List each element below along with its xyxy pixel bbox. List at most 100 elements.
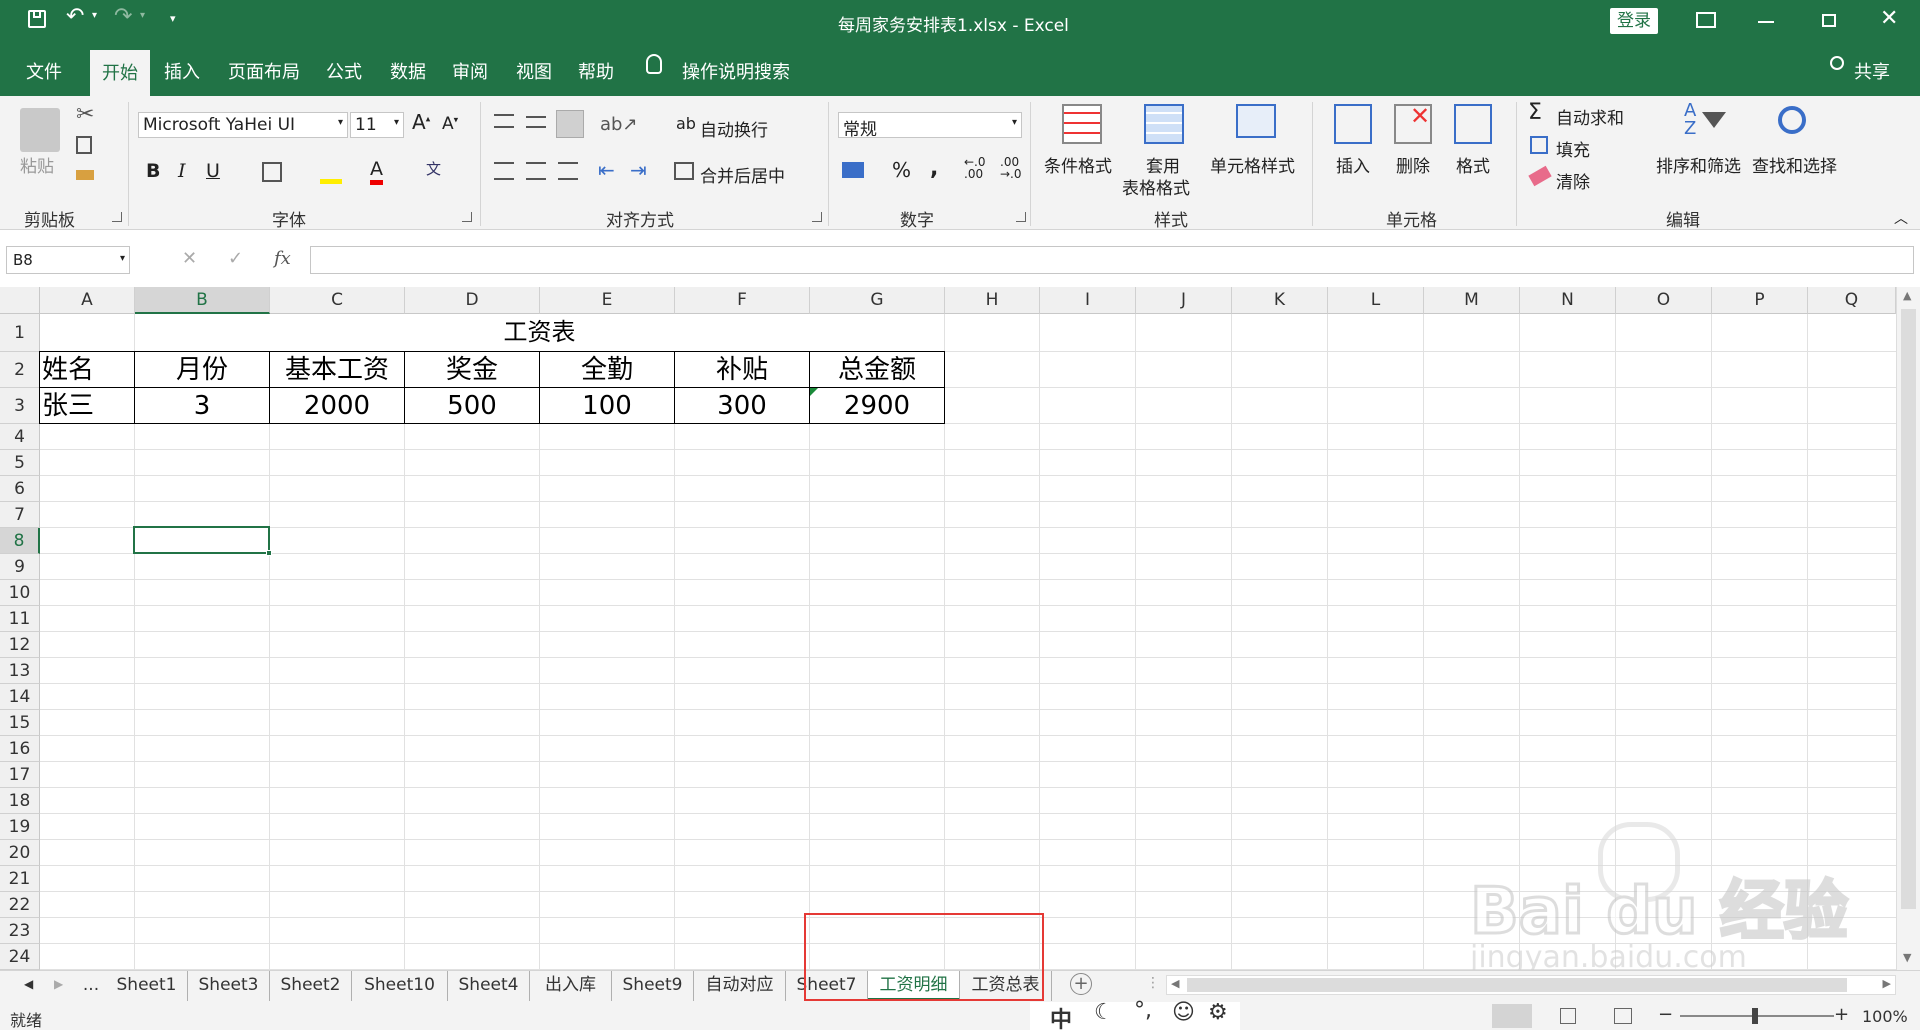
column-header-b[interactable]: B: [135, 287, 270, 314]
restore-icon[interactable]: [1822, 14, 1836, 27]
clipboard-launcher-icon[interactable]: [112, 212, 122, 222]
table-header-cell[interactable]: 月份: [134, 351, 270, 388]
increase-font-icon[interactable]: A▴: [412, 110, 430, 134]
row-header-16[interactable]: 16: [0, 736, 40, 762]
increase-decimal-icon[interactable]: ←.0.00: [964, 156, 986, 180]
sheet-tab[interactable]: 自动对应: [694, 971, 786, 1001]
table-header-cell[interactable]: 奖金: [404, 351, 540, 388]
share-button[interactable]: 共享: [1854, 58, 1890, 84]
name-box[interactable]: B8 ▾: [6, 246, 130, 274]
tab-review[interactable]: 审阅: [452, 58, 488, 84]
column-header-m[interactable]: M: [1424, 287, 1520, 314]
alignment-launcher-icon[interactable]: [812, 212, 822, 222]
italic-icon[interactable]: I: [178, 160, 186, 182]
insert-cells-button[interactable]: 插入: [1336, 152, 1370, 177]
font-size-select[interactable]: 11 ▾: [350, 112, 404, 138]
column-header-a[interactable]: A: [40, 287, 135, 314]
column-header-k[interactable]: K: [1232, 287, 1328, 314]
row-header-4[interactable]: 4: [0, 424, 40, 450]
find-select-button[interactable]: 查找和选择: [1752, 152, 1837, 177]
row-header-14[interactable]: 14: [0, 684, 40, 710]
bold-icon[interactable]: B: [146, 160, 160, 182]
minimize-icon[interactable]: [1758, 21, 1774, 23]
table-header-cell[interactable]: 全勤: [539, 351, 675, 388]
conditional-format-button[interactable]: 条件格式: [1044, 152, 1112, 177]
undo-icon[interactable]: ↶: [66, 4, 84, 29]
column-header-d[interactable]: D: [405, 287, 540, 314]
filter-funnel-icon[interactable]: [1702, 112, 1726, 128]
align-left-icon[interactable]: [494, 162, 514, 180]
clear-button[interactable]: 清除: [1556, 168, 1590, 193]
column-header-g[interactable]: G: [810, 287, 945, 314]
table-data-cell[interactable]: 500: [404, 387, 540, 424]
undo-dropdown-icon[interactable]: ▾: [92, 10, 97, 21]
row-header-15[interactable]: 15: [0, 710, 40, 736]
align-bottom-icon[interactable]: [556, 110, 584, 138]
new-sheet-icon[interactable]: +: [1070, 973, 1092, 995]
merge-center-button[interactable]: 合并后居中: [700, 162, 785, 187]
format-as-table-icon[interactable]: [1144, 104, 1184, 144]
copy-icon[interactable]: [76, 136, 92, 154]
format-as-table-line2[interactable]: 表格格式: [1122, 174, 1190, 199]
column-header-l[interactable]: L: [1328, 287, 1424, 314]
delete-cells-button[interactable]: 删除: [1396, 152, 1430, 177]
accounting-format-icon[interactable]: [842, 162, 864, 178]
align-center-icon[interactable]: [526, 162, 546, 180]
next-sheet-icon[interactable]: ▶: [54, 977, 63, 991]
conditional-format-icon[interactable]: [1062, 104, 1102, 144]
sheet-tab[interactable]: Sheet1: [106, 971, 188, 1001]
select-all-corner[interactable]: [0, 287, 40, 314]
collapse-ribbon-icon[interactable]: ︿: [1894, 208, 1908, 228]
row-header-10[interactable]: 10: [0, 580, 40, 606]
wrap-text-icon[interactable]: ab: [676, 114, 696, 133]
active-cell-selection[interactable]: [133, 526, 270, 554]
zoom-level[interactable]: 100%: [1862, 1007, 1908, 1026]
sheet-tab[interactable]: Sheet3: [188, 971, 270, 1001]
formula-input[interactable]: [310, 246, 1914, 274]
table-title[interactable]: 工资表: [135, 314, 944, 351]
borders-icon[interactable]: [262, 162, 282, 182]
table-data-cell[interactable]: 300: [674, 387, 810, 424]
table-data-cell[interactable]: 2000: [269, 387, 405, 424]
table-header-cell[interactable]: 姓名: [39, 351, 135, 388]
row-header-18[interactable]: 18: [0, 788, 40, 814]
sheet-tab[interactable]: Sheet2: [270, 971, 352, 1001]
row-header-6[interactable]: 6: [0, 476, 40, 502]
orientation-icon[interactable]: ab↗: [600, 114, 638, 135]
cell-styles-button[interactable]: 单元格样式: [1210, 152, 1295, 177]
more-sheets-tab[interactable]: ...: [76, 971, 106, 1001]
horizontal-scrollbar[interactable]: ◀ ▶: [1166, 975, 1896, 995]
decrease-indent-icon[interactable]: ⇤: [598, 158, 615, 182]
normal-view-icon[interactable]: [1492, 1004, 1532, 1028]
row-header-3[interactable]: 3: [0, 388, 40, 424]
row-header-17[interactable]: 17: [0, 762, 40, 788]
paste-button[interactable]: 粘贴: [20, 152, 54, 177]
merge-center-icon[interactable]: [674, 162, 694, 180]
row-header-21[interactable]: 21: [0, 866, 40, 892]
column-header-f[interactable]: F: [675, 287, 810, 314]
column-header-q[interactable]: Q: [1808, 287, 1896, 314]
zoom-thumb[interactable]: [1752, 1008, 1758, 1024]
moon-icon[interactable]: ☾: [1094, 1000, 1114, 1025]
cut-icon[interactable]: ✂: [76, 102, 94, 127]
insert-cells-icon[interactable]: [1334, 104, 1372, 144]
decrease-font-icon[interactable]: A▾: [442, 114, 458, 134]
magnifier-icon[interactable]: [1778, 106, 1806, 134]
sheet-tab[interactable]: 出入库: [530, 971, 612, 1001]
row-header-24[interactable]: 24: [0, 944, 40, 970]
tab-help[interactable]: 帮助: [578, 58, 614, 84]
phonetic-icon[interactable]: 文: [426, 158, 441, 179]
paste-icon[interactable]: [20, 108, 60, 152]
save-icon[interactable]: [28, 10, 46, 28]
decrease-decimal-icon[interactable]: .00 →.0: [1000, 156, 1022, 180]
row-header-7[interactable]: 7: [0, 502, 40, 528]
table-data-cell[interactable]: 张三: [39, 387, 135, 424]
split-handle-icon[interactable]: ⋮: [1146, 975, 1160, 991]
row-header-19[interactable]: 19: [0, 814, 40, 840]
font-launcher-icon[interactable]: [462, 212, 472, 222]
tab-home[interactable]: 开始: [90, 50, 150, 96]
punctuation-icon[interactable]: °,: [1134, 998, 1152, 1023]
zoom-slider[interactable]: [1680, 1008, 1834, 1024]
number-launcher-icon[interactable]: [1016, 212, 1026, 222]
sigma-icon[interactable]: Σ: [1528, 100, 1542, 125]
